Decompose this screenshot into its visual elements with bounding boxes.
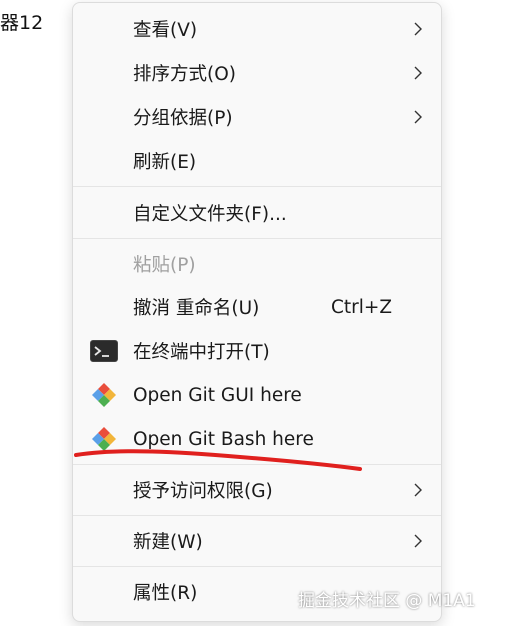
menu-separator <box>73 566 441 567</box>
menu-item-new[interactable]: 新建(W) <box>77 521 437 561</box>
menu-separator <box>73 515 441 516</box>
menu-item-label: 撤消 重命名(U) <box>133 298 260 319</box>
menu-item-label: 分组依据(P) <box>133 108 233 129</box>
menu-item-label: 在终端中打开(T) <box>133 342 270 363</box>
chevron-right-icon <box>414 22 422 36</box>
menu-item-label: 查看(V) <box>133 20 198 41</box>
menu-item-label: Open Git Bash here <box>133 428 314 450</box>
background-window-title: 器12 <box>0 12 44 34</box>
menu-separator <box>73 238 441 239</box>
chevron-right-icon <box>414 534 422 548</box>
menu-item-label: 粘贴(P) <box>133 255 196 276</box>
menu-separator <box>73 464 441 465</box>
git-bash-icon <box>89 424 119 454</box>
git-gui-icon <box>89 380 119 410</box>
chevron-right-icon <box>414 110 422 124</box>
menu-item-customize-folder[interactable]: 自定义文件夹(F)... <box>77 193 437 233</box>
menu-item-label: 属性(R) <box>133 583 198 604</box>
context-menu: 查看(V) 排序方式(O) 分组依据(P) 刷新(E) 自定义文件夹(F)...… <box>72 2 442 622</box>
menu-item-label: 自定义文件夹(F)... <box>133 204 287 225</box>
menu-item-open-git-gui[interactable]: Open Git GUI here <box>77 375 437 415</box>
menu-item-give-access[interactable]: 授予访问权限(G) <box>77 470 437 510</box>
menu-item-label: Open Git GUI here <box>133 384 302 406</box>
menu-item-label: 授予访问权限(G) <box>133 481 273 502</box>
chevron-right-icon <box>414 483 422 497</box>
menu-item-label: 新建(W) <box>133 532 203 553</box>
chevron-right-icon <box>414 66 422 80</box>
watermark: 掘金技术社区 @ M1A1 <box>298 591 476 611</box>
menu-item-refresh[interactable]: 刷新(E) <box>77 141 437 181</box>
menu-item-shortcut: Ctrl+Z <box>331 296 393 318</box>
terminal-icon <box>89 336 119 366</box>
menu-item-label: 排序方式(O) <box>133 64 236 85</box>
menu-item-open-in-terminal[interactable]: 在终端中打开(T) <box>77 331 437 371</box>
menu-item-label: 刷新(E) <box>133 152 197 173</box>
menu-item-paste: 粘贴(P) <box>77 244 437 284</box>
menu-item-view[interactable]: 查看(V) <box>77 9 437 49</box>
menu-item-undo-rename[interactable]: 撤消 重命名(U) Ctrl+Z <box>77 287 437 327</box>
menu-separator <box>73 186 441 187</box>
menu-item-open-git-bash[interactable]: Open Git Bash here <box>77 419 437 459</box>
menu-item-group-by[interactable]: 分组依据(P) <box>77 97 437 137</box>
menu-item-sort-by[interactable]: 排序方式(O) <box>77 53 437 93</box>
